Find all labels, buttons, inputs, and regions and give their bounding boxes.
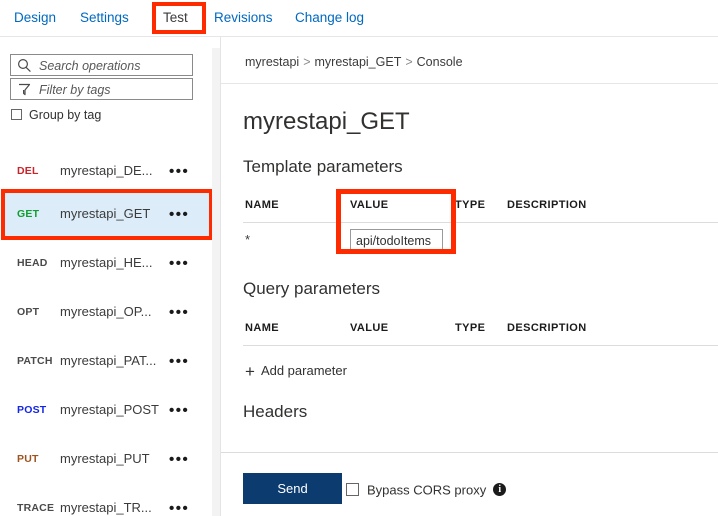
operation-verb-badge: POST <box>17 404 47 416</box>
tab-test[interactable]: Test <box>163 0 188 36</box>
operation-row-opt[interactable]: OPT myrestapi_OP... ••• <box>3 290 212 337</box>
tpl-row-name: * <box>245 232 251 247</box>
operation-verb-badge: GET <box>17 208 40 220</box>
operation-row-del[interactable]: DEL myrestapi_DE... ••• <box>3 149 212 196</box>
operation-verb-badge: PUT <box>17 453 39 465</box>
filter-by-tags-field[interactable]: Filter by tags <box>10 78 193 100</box>
tpl-column-description: DESCRIPTION <box>507 199 587 211</box>
tpl-column-type: TYPE <box>455 199 486 211</box>
operation-context-menu-icon[interactable]: ••• <box>169 402 189 419</box>
operation-row-put[interactable]: PUT myrestapi_PUT ••• <box>3 437 212 484</box>
tab-settings[interactable]: Settings <box>80 0 129 36</box>
operation-context-menu-icon[interactable]: ••• <box>169 163 189 180</box>
qry-column-value: VALUE <box>350 322 389 334</box>
top-tab-bar: Design Settings Test Revisions Change log <box>0 0 718 37</box>
operation-verb-badge: TRACE <box>17 502 55 514</box>
tpl-header-rule <box>243 222 718 223</box>
qry-column-description: DESCRIPTION <box>507 322 587 334</box>
breadcrumb-separator-1: > <box>303 55 311 69</box>
tab-revisions[interactable]: Revisions <box>214 0 273 36</box>
operation-name-label: myrestapi_POST <box>60 402 159 417</box>
operation-verb-badge: OPT <box>17 306 40 318</box>
operation-verb-badge: HEAD <box>17 257 48 269</box>
bypass-cors-row[interactable]: Bypass CORS proxy i <box>346 481 507 499</box>
breadcrumb-page: Console <box>416 55 463 69</box>
operation-context-menu-icon[interactable]: ••• <box>169 255 189 272</box>
tpl-column-value: VALUE <box>350 199 389 211</box>
qry-header-rule <box>243 345 718 346</box>
operation-context-menu-icon[interactable]: ••• <box>169 206 189 223</box>
footer-divider <box>221 452 718 453</box>
operation-name-label: myrestapi_PUT <box>60 451 150 466</box>
operation-row-post[interactable]: POST myrestapi_POST ••• <box>3 388 212 435</box>
add-parameter-label: Add parameter <box>260 363 347 378</box>
operations-sidebar: Search operations Filter by tags Group b… <box>0 37 432 516</box>
filter-by-tags-placeholder: Filter by tags <box>39 83 111 97</box>
group-by-tag-label: Group by tag <box>29 107 102 122</box>
search-icon <box>17 58 32 73</box>
group-by-tag-checkbox[interactable] <box>11 109 22 121</box>
operation-row-get[interactable]: GET myrestapi_GET ••• <box>3 192 212 239</box>
operation-verb-badge: PATCH <box>17 355 53 367</box>
breadcrumb: myrestapi > myrestapi_GET > Console <box>245 55 463 69</box>
query-parameters-heading: Query parameters <box>243 279 380 298</box>
operation-name-label: myrestapi_DE... <box>60 163 153 178</box>
group-by-tag-row[interactable]: Group by tag <box>11 106 101 124</box>
qry-column-name: NAME <box>245 322 279 334</box>
breadcrumb-operation[interactable]: myrestapi_GET <box>315 55 402 69</box>
operation-name-label: myrestapi_PAT... <box>60 353 157 368</box>
operation-row-patch[interactable]: PATCH myrestapi_PAT... ••• <box>3 339 212 386</box>
bypass-cors-checkbox[interactable] <box>346 483 359 497</box>
operation-verb-badge: DEL <box>17 165 39 177</box>
breadcrumb-root[interactable]: myrestapi <box>245 55 299 69</box>
operation-row-trace[interactable]: TRACE myrestapi_TR... ••• <box>3 486 212 516</box>
operation-context-menu-icon[interactable]: ••• <box>169 500 189 516</box>
operation-name-label: myrestapi_GET <box>60 206 151 221</box>
info-icon[interactable]: i <box>493 483 507 497</box>
plus-icon: + <box>245 362 255 381</box>
tab-design[interactable]: Design <box>14 0 56 36</box>
page-title: myrestapi_GET <box>243 108 410 135</box>
operation-name-label: myrestapi_TR... <box>60 500 152 515</box>
tpl-column-name: NAME <box>245 199 279 211</box>
qry-column-type: TYPE <box>455 322 486 334</box>
operation-name-label: myrestapi_OP... <box>60 304 152 319</box>
tab-change-log[interactable]: Change log <box>295 0 364 36</box>
operation-row-head[interactable]: HEAD myrestapi_HE... ••• <box>3 241 212 288</box>
operation-name-label: myrestapi_HE... <box>60 255 153 270</box>
breadcrumb-divider <box>221 83 718 84</box>
send-button[interactable]: Send <box>243 473 342 504</box>
template-parameters-heading: Template parameters <box>243 157 403 176</box>
breadcrumb-separator-2: > <box>405 55 413 69</box>
operation-context-menu-icon[interactable]: ••• <box>169 304 189 321</box>
search-operations-field[interactable]: Search operations <box>10 54 193 76</box>
operation-context-menu-icon[interactable]: ••• <box>169 451 189 468</box>
test-console-page: Design Settings Test Revisions Change log Se… <box>0 0 718 516</box>
add-parameter-button[interactable]: + Add parameter <box>245 362 347 382</box>
operation-context-menu-icon[interactable]: ••• <box>169 353 189 370</box>
template-parameter-value-input[interactable] <box>350 229 443 253</box>
bypass-cors-label: Bypass CORS proxy <box>367 482 487 498</box>
search-operations-placeholder: Search operations <box>39 59 141 73</box>
headers-heading: Headers <box>243 402 308 421</box>
filter-icon <box>17 82 32 97</box>
console-main-panel: myrestapi > myrestapi_GET > Console myrestap… <box>221 37 718 516</box>
